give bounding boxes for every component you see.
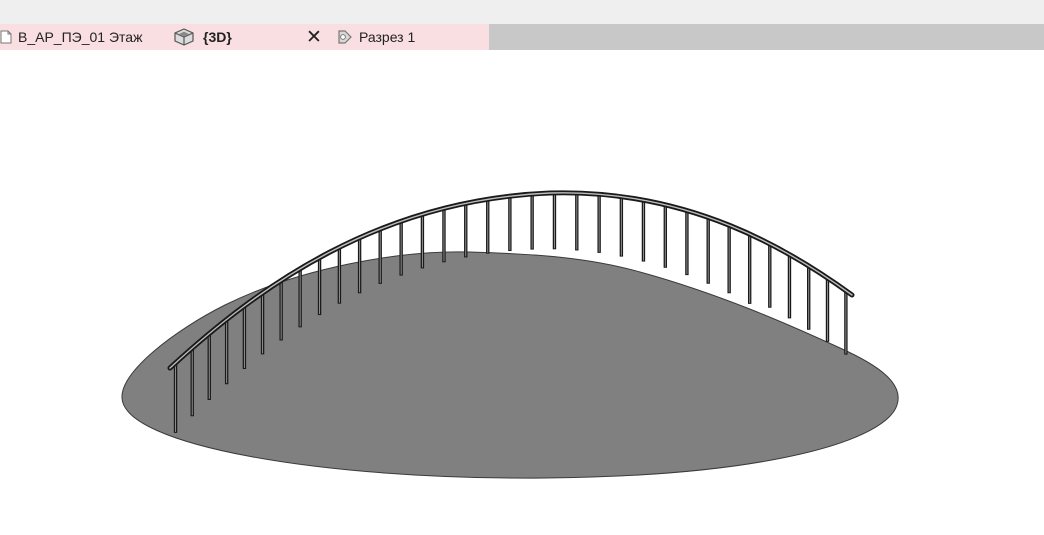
tab-label: В_АР_ПЭ_01 Этаж [18, 29, 143, 45]
tab-label: {3D} [203, 29, 232, 45]
view-tab-strip: В_АР_ПЭ_01 Этаж {3D} ✕ Разрез 1 [0, 24, 1044, 50]
tab-label: Разрез 1 [359, 29, 416, 45]
tab-3d-view[interactable]: {3D} [174, 24, 232, 50]
tab-section[interactable]: Разрез 1 [335, 24, 415, 50]
section-view-icon [335, 29, 353, 45]
3d-viewport[interactable] [0, 50, 1044, 530]
3d-view-icon [174, 28, 194, 46]
floor-plan-icon [0, 30, 12, 44]
close-icon[interactable]: ✕ [306, 24, 322, 50]
floor-slab [121, 251, 899, 479]
title-bar-strip [0, 0, 1044, 24]
3d-model-canvas [121, 190, 899, 479]
tab-floor-plan[interactable]: В_АР_ПЭ_01 Этаж [0, 24, 142, 50]
